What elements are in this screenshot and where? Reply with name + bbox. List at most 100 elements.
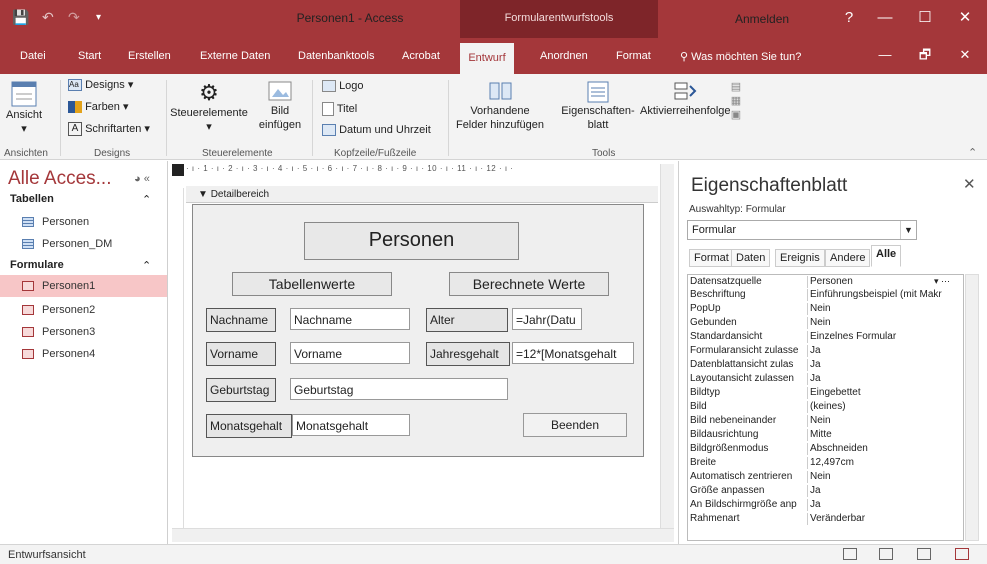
prop-value[interactable]: Einführungsbeispiel (mit Makr	[810, 289, 963, 301]
prop-value[interactable]: Einzelnes Formular	[810, 331, 963, 343]
prop-value[interactable]: Mitte	[810, 429, 963, 441]
prop-value[interactable]: Abschneiden	[810, 443, 963, 455]
prop-value[interactable]: Veränderbar	[810, 513, 963, 525]
field-alter[interactable]: =Jahr(Datu	[512, 308, 582, 330]
prop-value[interactable]: 12,497cm	[810, 457, 963, 469]
prop-tab-andere[interactable]: Andere	[825, 249, 871, 267]
prop-row[interactable]: Datenblattansicht zulas Ja	[688, 359, 963, 371]
prop-row[interactable]: An Bildschirmgröße anp Ja	[688, 499, 963, 511]
nav-pane-title[interactable]: Alle Acces...	[8, 168, 112, 190]
signin-link[interactable]: Anmelden	[735, 12, 789, 26]
logo-button[interactable]: Logo	[322, 80, 364, 93]
prop-value[interactable]: Ja	[810, 359, 963, 371]
add-existing-fields-button[interactable]: Vorhandene Felder hinzufügen	[452, 80, 548, 132]
close-icon[interactable]: ✕	[963, 175, 976, 193]
field-monatsgehalt[interactable]: Monatsgehalt	[292, 414, 410, 436]
prop-tab-daten[interactable]: Daten	[731, 249, 771, 267]
tab-datenbanktools[interactable]: Datenbanktools	[298, 50, 374, 62]
collapse-ribbon-icon[interactable]: ⌃	[968, 146, 977, 159]
prop-value[interactable]: Ja	[810, 373, 963, 385]
detail-section-bar[interactable]: ▼ Detailbereich	[186, 186, 658, 203]
design-horizontal-scrollbar[interactable]	[172, 528, 674, 542]
datetime-button[interactable]: Datum und Uhrzeit	[322, 124, 431, 137]
field-geburtstag[interactable]: Geburtstag	[290, 378, 508, 400]
prop-value[interactable]: Ja	[810, 485, 963, 497]
tab-anordnen[interactable]: Anordnen	[540, 50, 588, 62]
prop-row[interactable]: Bildtyp Eingebettet	[688, 387, 963, 399]
form-title-label[interactable]: Personen	[304, 222, 519, 260]
header-berechnete-werte[interactable]: Berechnete Werte	[449, 272, 609, 296]
designs-button[interactable]: Aa Designs ▾	[68, 78, 133, 92]
prop-row[interactable]: Größe anpassen Ja	[688, 485, 963, 497]
prop-value[interactable]: Eingebettet	[810, 387, 963, 399]
tab-start[interactable]: Start	[78, 50, 101, 62]
nav-item-personen3[interactable]: Personen3	[0, 321, 167, 343]
nav-item-personen1[interactable]: Personen1	[0, 275, 167, 297]
layout-view-icon[interactable]	[879, 548, 893, 560]
field-nachname[interactable]: Nachname	[290, 308, 410, 330]
tab-entwurf[interactable]: Entwurf	[460, 43, 514, 74]
controls-button[interactable]: ⚙ Steuerelemente ▾	[170, 80, 248, 134]
colors-button[interactable]: Farben ▾	[68, 100, 129, 114]
prop-value[interactable]: Ja	[810, 345, 963, 357]
close-button[interactable]: ✕	[952, 6, 978, 30]
label-geburtstag[interactable]: Geburtstag	[206, 378, 276, 402]
property-sheet-button[interactable]: Eigenschaften- blatt	[556, 80, 640, 132]
form-selector[interactable]	[172, 164, 184, 176]
prop-row[interactable]: Bildgrößenmodus Abschneiden	[688, 443, 963, 455]
ruler-view-icon[interactable]	[955, 548, 969, 560]
ribbon-minimize-button[interactable]: —	[872, 43, 898, 67]
prop-value[interactable]: (keines)	[810, 401, 963, 413]
prop-tab-alle[interactable]: Alle	[871, 245, 902, 267]
customize-qat-icon[interactable]: ▾	[96, 12, 101, 23]
prop-tab-ereignis[interactable]: Ereignis	[775, 249, 825, 267]
chevron-down-icon[interactable]: ▼	[900, 221, 916, 239]
undo-icon[interactable]: ↶	[42, 9, 54, 26]
nav-item-personen[interactable]: Personen	[0, 211, 167, 233]
tab-erstellen[interactable]: Erstellen	[128, 50, 171, 62]
prop-row[interactable]: Bild nebeneinander Nein	[688, 415, 963, 427]
prop-value[interactable]: Nein	[810, 471, 963, 483]
design-view-icon[interactable]	[917, 548, 931, 560]
label-monatsgehalt[interactable]: Monatsgehalt	[206, 414, 292, 438]
title-button[interactable]: Titel	[322, 102, 357, 116]
object-selector[interactable]: Formular ▼	[687, 220, 917, 240]
label-jahresgehalt[interactable]: Jahresgehalt	[426, 342, 510, 366]
prop-value[interactable]: Nein	[810, 415, 963, 427]
prop-row[interactable]: Automatisch zentrieren Nein	[688, 471, 963, 483]
restore-button[interactable]: ☐	[912, 6, 938, 30]
prop-row[interactable]: Rahmenart Veränderbar	[688, 513, 963, 525]
prop-row[interactable]: Datensatzquelle Personen	[688, 276, 963, 288]
collapse-chevron-icon[interactable]: ⌃	[142, 193, 151, 206]
tab-datei[interactable]: Datei	[20, 50, 46, 62]
prop-row[interactable]: Bild (keines)	[688, 401, 963, 413]
tab-acrobat[interactable]: Acrobat	[402, 50, 440, 62]
save-icon[interactable]: 💾	[12, 9, 29, 26]
tab-externe-daten[interactable]: Externe Daten	[200, 50, 270, 62]
nav-menu-icon[interactable]: ◕ «	[134, 173, 150, 185]
prop-row[interactable]: Formularansicht zulasse Ja	[688, 345, 963, 357]
label-nachname[interactable]: Nachname	[206, 308, 276, 332]
label-alter[interactable]: Alter	[426, 308, 508, 332]
property-grid-scrollbar[interactable]	[965, 274, 979, 541]
header-tabellenwerte[interactable]: Tabellenwerte	[232, 272, 392, 296]
form-view-icon[interactable]	[843, 548, 857, 560]
collapse-chevron-icon[interactable]: ⌃	[142, 259, 151, 272]
design-vertical-scrollbar[interactable]	[660, 164, 674, 528]
nav-group-forms[interactable]: Formulare	[10, 259, 64, 271]
fonts-button[interactable]: A Schriftarten ▾	[68, 122, 150, 137]
ribbon-restore-button[interactable]: 🗗	[912, 43, 938, 67]
prop-row[interactable]: Breite 12,497cm	[688, 457, 963, 469]
minimize-button[interactable]: —	[872, 6, 898, 30]
prop-row[interactable]: Layoutansicht zulassen Ja	[688, 373, 963, 385]
field-jahresgehalt[interactable]: =12*[Monatsgehalt	[512, 342, 634, 364]
beenden-button[interactable]: Beenden	[523, 413, 627, 437]
nav-group-tables[interactable]: Tabellen	[10, 193, 54, 205]
prop-row[interactable]: Gebunden Nein	[688, 317, 963, 329]
redo-icon[interactable]: ↷	[68, 9, 80, 26]
prop-row[interactable]: Beschriftung Einführungsbeispiel (mit Mak…	[688, 289, 963, 301]
prop-row[interactable]: Standardansicht Einzelnes Formular	[688, 331, 963, 343]
prop-row[interactable]: PopUp Nein	[688, 303, 963, 315]
tell-me-box[interactable]: ⚲ Was möchten Sie tun?	[680, 50, 801, 63]
builder-button-icon[interactable]: ▾ ⋯	[934, 276, 950, 287]
